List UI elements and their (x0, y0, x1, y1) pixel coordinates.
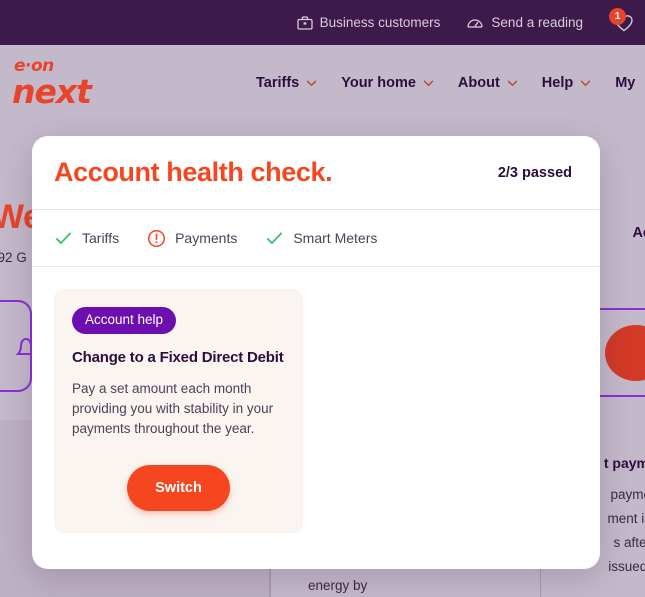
account-help-card-text: Pay a set amount each month providing yo… (72, 380, 274, 436)
nav-item-tariffs-label: Tariffs (256, 75, 300, 91)
meter-icon (467, 18, 484, 28)
background-right-paragraph: paymement iss afterissued. (607, 487, 645, 574)
favourites-button[interactable]: 1 (609, 7, 637, 36)
background-avatar-circle (605, 325, 645, 381)
hero-subtitle: 192 G (0, 250, 27, 265)
favourites-badge-count: 1 (609, 7, 626, 25)
nav-item-your-home[interactable]: Your home (341, 75, 434, 91)
topbar-business-customers[interactable]: Business customers (296, 15, 441, 31)
status-item-tariffs-label: Tariffs (82, 230, 120, 246)
nav-item-tariffs[interactable]: Tariffs (256, 75, 317, 91)
nav-links: Tariffs Your home About Help My (256, 75, 635, 91)
background-right-heading: Ac (632, 225, 645, 241)
nav-item-help[interactable]: Help (542, 75, 591, 91)
nav-item-help-label: Help (541, 75, 574, 91)
background-left-card-text: energy by (308, 578, 368, 593)
account-help-card: Account help Change to a Fixed Direct De… (54, 289, 303, 533)
main-navigation: e·on next Tariffs Your home About Help M… (0, 45, 645, 121)
account-health-check-modal: Account health check. 2/3 passed Tariffs (32, 136, 600, 569)
top-utility-bar: Business customers Send a reading 1 (0, 0, 645, 45)
modal-title: Account health check. (54, 157, 333, 187)
status-item-tariffs[interactable]: Tariffs (54, 229, 119, 248)
alert-icon (148, 229, 166, 247)
topbar-send-a-reading-label: Send a reading (491, 15, 583, 30)
chevron-down-icon (507, 79, 518, 86)
chevron-down-icon (423, 79, 434, 86)
health-status-row: Tariffs Payments Smart Meters (32, 210, 600, 267)
background-right-subtitle: t paym (603, 455, 645, 471)
nav-item-about[interactable]: About (458, 75, 518, 91)
modal-header: Account health check. 2/3 passed (32, 136, 600, 210)
nav-item-your-home-label: Your home (341, 75, 416, 91)
nav-item-my-account-label: My (615, 75, 636, 91)
logo-next-text: next (12, 72, 92, 112)
status-item-smart-meters[interactable]: Smart Meters (265, 229, 377, 248)
chevron-down-icon (306, 79, 317, 86)
switch-button[interactable]: Switch (127, 464, 230, 511)
check-icon (267, 231, 283, 244)
topbar-send-a-reading[interactable]: Send a reading (466, 15, 583, 31)
topbar-business-customers-label: Business customers (319, 15, 441, 30)
status-item-payments[interactable]: Payments (147, 229, 237, 248)
briefcase-icon (296, 15, 313, 30)
nav-item-about-label: About (457, 75, 500, 91)
eon-next-logo[interactable]: e·on next (12, 58, 104, 112)
modal-passed-count: 2/3 passed (497, 164, 572, 181)
check-icon (55, 231, 72, 244)
nav-item-my-account[interactable]: My (615, 75, 635, 91)
account-help-card-title: Change to a Fixed Direct Debit (72, 348, 284, 366)
chevron-down-icon (580, 79, 591, 86)
status-item-smart-meters-label: Smart Meters (293, 230, 378, 246)
status-item-payments-label: Payments (175, 230, 238, 246)
modal-body: Account help Change to a Fixed Direct De… (32, 267, 600, 533)
account-help-badge: Account help (72, 307, 177, 334)
